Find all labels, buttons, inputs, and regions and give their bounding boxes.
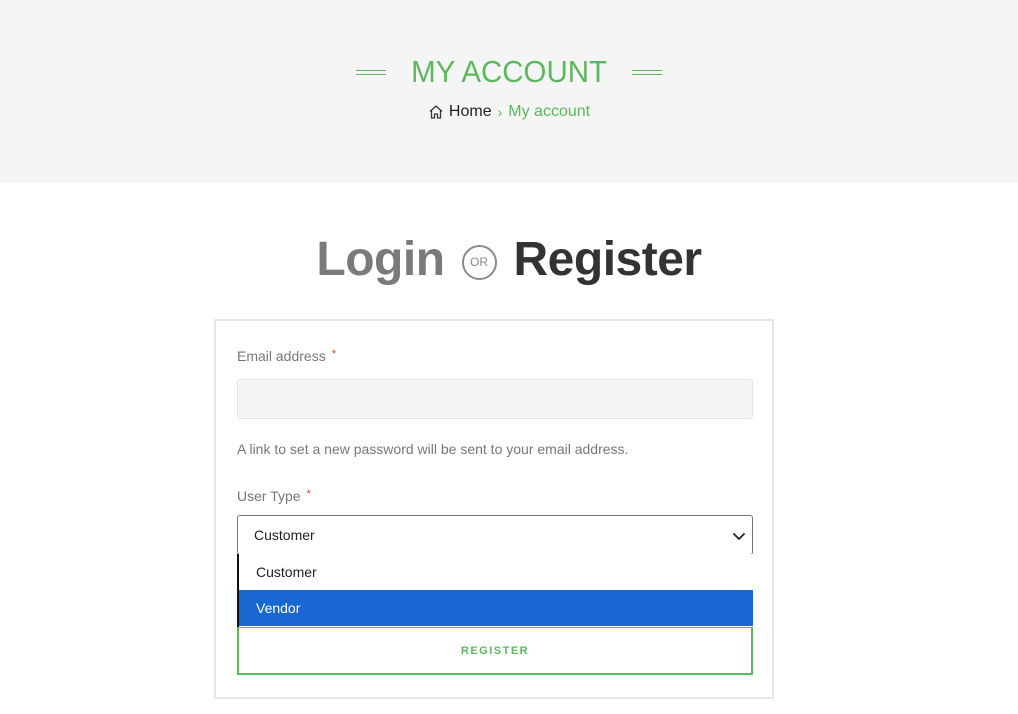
title-decoration-right: [632, 69, 663, 75]
email-label: Email address *: [237, 348, 336, 364]
user-type-label: User Type *: [237, 488, 311, 504]
page-header: MY ACCOUNT Home › My account: [0, 0, 1018, 183]
user-type-select[interactable]: Customer: [237, 515, 753, 555]
option-vendor[interactable]: Vendor: [239, 590, 753, 626]
required-marker: *: [306, 488, 311, 500]
breadcrumb-current: My account: [508, 103, 591, 120]
auth-heading: Login OR Register: [0, 228, 1018, 290]
password-help-text: A link to set a new password will be sen…: [237, 441, 629, 457]
register-tab[interactable]: Register: [514, 232, 703, 287]
breadcrumb-separator: ›: [497, 104, 503, 120]
email-field[interactable]: [237, 379, 753, 419]
user-type-dropdown: Customer Vendor: [237, 554, 753, 628]
register-form: Email address * A link to set a new passw…: [214, 319, 774, 699]
option-customer[interactable]: Customer: [239, 554, 753, 590]
user-type-label-text: User Type: [237, 488, 301, 504]
login-tab[interactable]: Login: [316, 232, 445, 287]
page-title-row: MY ACCOUNT: [0, 52, 1018, 92]
email-label-text: Email address: [237, 348, 326, 364]
or-badge: OR: [461, 244, 497, 280]
breadcrumb: Home › My account: [0, 101, 1018, 123]
home-icon[interactable]: [428, 104, 444, 120]
page-title: MY ACCOUNT: [411, 54, 607, 89]
chevron-down-icon: [731, 528, 747, 544]
required-marker: *: [331, 348, 336, 360]
register-button[interactable]: REGISTER: [237, 627, 753, 675]
title-decoration-left: [355, 69, 386, 75]
user-type-selected-value: Customer: [254, 527, 315, 543]
breadcrumb-home-link[interactable]: Home: [449, 103, 492, 121]
